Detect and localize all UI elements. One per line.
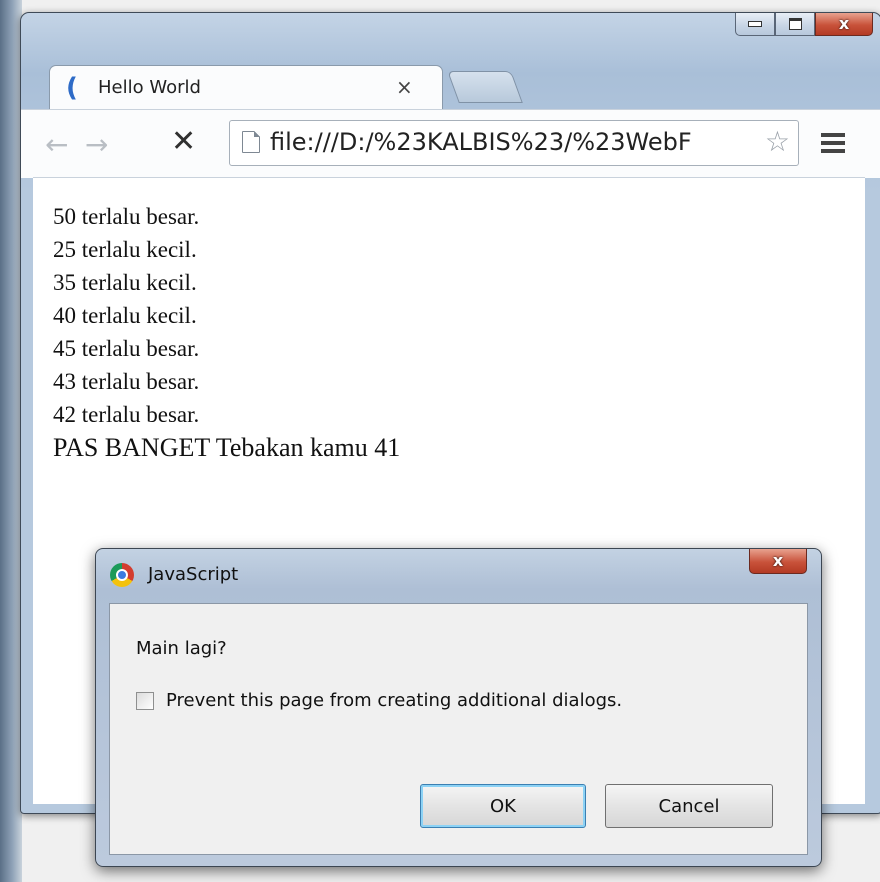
- window-close-button[interactable]: x: [815, 13, 873, 36]
- forward-button[interactable]: →: [85, 128, 108, 161]
- javascript-dialog: JavaScript x Main lagi? Prevent this pag…: [95, 548, 822, 867]
- output-line: 25 terlalu kecil.: [53, 237, 197, 262]
- prevent-dialogs-row[interactable]: Prevent this page from creating addition…: [136, 690, 622, 711]
- output-line: 42 terlalu besar.: [53, 402, 200, 427]
- stop-button[interactable]: ✕: [171, 124, 196, 159]
- minimize-icon: [748, 21, 762, 27]
- output-lines: 50 terlalu besar. 25 terlalu kecil. 35 t…: [53, 200, 400, 464]
- output-line: 43 terlalu besar.: [53, 369, 200, 394]
- dialog-close-button[interactable]: x: [749, 549, 807, 574]
- page-icon: [242, 131, 260, 153]
- output-line: 35 terlalu kecil.: [53, 270, 197, 295]
- tab-hello-world[interactable]: ( Hello World ×: [49, 65, 443, 110]
- tab-close-button[interactable]: ×: [396, 75, 413, 99]
- menu-icon[interactable]: [821, 133, 845, 153]
- cancel-button[interactable]: Cancel: [605, 784, 773, 828]
- ok-button[interactable]: OK: [420, 784, 586, 828]
- dialog-title: JavaScript: [148, 564, 239, 585]
- new-tab-button[interactable]: [447, 71, 523, 103]
- url-text[interactable]: file:///D:/%23KALBIS%23/%23WebF: [270, 128, 754, 156]
- window-controls: x: [735, 13, 873, 37]
- minimize-button[interactable]: [735, 13, 775, 36]
- output-line: 40 terlalu kecil.: [53, 303, 197, 328]
- result-line: PAS BANGET Tebakan kamu 41: [53, 433, 401, 462]
- tab-title: Hello World: [98, 77, 201, 98]
- dialog-titlebar: JavaScript x: [96, 549, 821, 603]
- dialog-body: Main lagi? Prevent this page from creati…: [109, 603, 808, 855]
- maximize-icon: [788, 18, 802, 30]
- output-line: 45 terlalu besar.: [53, 336, 200, 361]
- prevent-dialogs-checkbox[interactable]: [136, 691, 154, 710]
- output-line: 50 terlalu besar.: [53, 204, 200, 229]
- maximize-button[interactable]: [775, 13, 815, 36]
- loading-spinner-icon: (: [66, 73, 78, 103]
- star-icon[interactable]: ☆: [765, 125, 790, 158]
- close-icon: x: [772, 551, 784, 570]
- desktop-background: [0, 0, 22, 882]
- address-bar[interactable]: file:///D:/%23KALBIS%23/%23WebF ☆: [229, 120, 799, 166]
- chrome-icon: [110, 563, 134, 587]
- back-button[interactable]: ←: [45, 128, 68, 161]
- close-icon: x: [838, 14, 850, 33]
- browser-toolbar: ← → ✕ file:///D:/%23KALBIS%23/%23WebF ☆: [21, 109, 880, 178]
- prevent-dialogs-label[interactable]: Prevent this page from creating addition…: [166, 690, 622, 711]
- dialog-message: Main lagi?: [136, 638, 227, 659]
